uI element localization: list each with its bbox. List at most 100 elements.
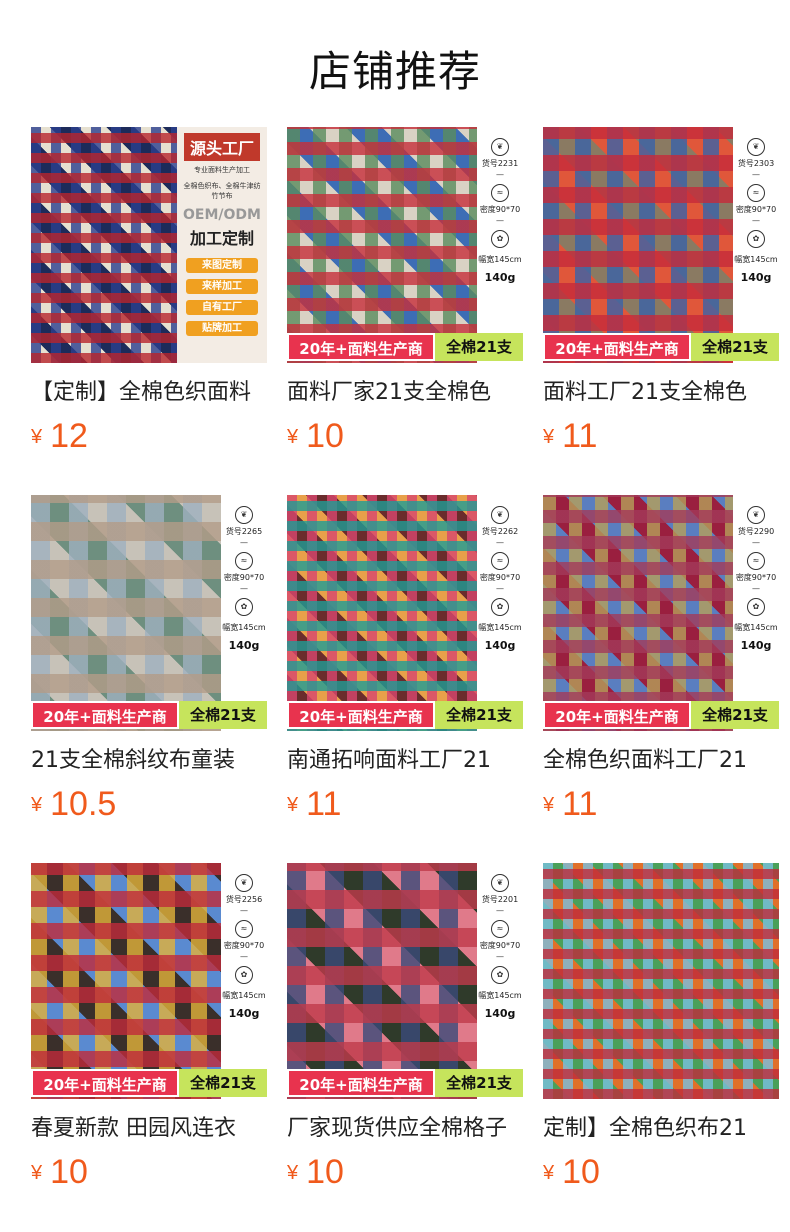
product-title[interactable]: 全棉色织面料工厂21	[543, 745, 779, 777]
weave-icon: ≈	[747, 184, 765, 202]
oem-label: OEM/ODM	[183, 207, 261, 223]
product-image[interactable]: ❦ 货号2262 — ≈ 密度90*70 — ✿ 幅宽145cm 140g 20…	[287, 495, 523, 731]
promo-manufacturer: 20年+面料生产商	[287, 701, 435, 729]
weave-icon: ≈	[235, 552, 253, 570]
product-title[interactable]: 21支全棉斜纹布童装	[31, 745, 267, 777]
promo-banner: 20年+面料生产商 全棉21支	[31, 699, 267, 731]
promo-banner: 20年+面料生产商 全棉21支	[543, 699, 779, 731]
weave-icon: ≈	[235, 920, 253, 938]
divider: —	[240, 906, 248, 915]
density-text: 密度90*70	[479, 941, 521, 950]
product-image[interactable]: ❦ 货号2201 — ≈ 密度90*70 — ✿ 幅宽145cm 140g 20…	[287, 863, 523, 1099]
product-image[interactable]	[543, 863, 779, 1099]
service-pill: 来样加工	[186, 279, 258, 294]
promo-manufacturer: 20年+面料生产商	[31, 1069, 179, 1097]
width-text: 幅宽145cm	[222, 991, 266, 1000]
item-number: 货号2256	[225, 895, 263, 904]
promo-manufacturer: 20年+面料生产商	[543, 701, 691, 729]
weave-icon: ≈	[491, 920, 509, 938]
item-number: 货号2290	[737, 527, 775, 536]
product-title[interactable]: 南通拓响面料工厂21	[287, 745, 523, 777]
product-card[interactable]: ❦ 货号2290 — ≈ 密度90*70 — ✿ 幅宽145cm 140g 20…	[543, 495, 779, 825]
currency-symbol: ¥	[31, 794, 43, 816]
promo-cotton: 全棉21支	[435, 1069, 523, 1097]
price-value: 10	[306, 1153, 344, 1191]
product-card[interactable]: ❦ 货号2231 — ≈ 密度90*70 — ✿ 幅宽145cm 140g 20…	[287, 127, 523, 457]
product-price: ¥11	[543, 785, 597, 825]
fabric-swatch-image	[31, 495, 221, 731]
product-image[interactable]: ❦ 货号2265 — ≈ 密度90*70 — ✿ 幅宽145cm 140g 20…	[31, 495, 267, 731]
product-title[interactable]: 春夏新款 田园风连衣	[31, 1113, 267, 1145]
price-value: 12	[50, 417, 88, 455]
product-card[interactable]: 定制】全棉色织布21 ¥10	[543, 863, 779, 1193]
weave-icon: ≈	[747, 552, 765, 570]
divider: —	[496, 170, 504, 179]
density-text: 密度90*70	[735, 573, 777, 582]
fabric-swatch-image	[31, 127, 181, 363]
product-image[interactable]: 源头工厂 专业面料生产加工 全棉色织布、全棉牛津纺竹节布 OEM/ODM 加工定…	[31, 127, 267, 363]
promo-manufacturer: 20年+面料生产商	[31, 701, 179, 729]
divider: —	[496, 952, 504, 961]
product-image[interactable]: ❦ 货号2256 — ≈ 密度90*70 — ✿ 幅宽145cm 140g 20…	[31, 863, 267, 1099]
product-card[interactable]: 源头工厂 专业面料生产加工 全棉色织布、全棉牛津纺竹节布 OEM/ODM 加工定…	[31, 127, 267, 457]
promo-cotton: 全棉21支	[691, 333, 779, 361]
weave-icon: ≈	[491, 184, 509, 202]
spec-panel: ❦ 货号2262 — ≈ 密度90*70 — ✿ 幅宽145cm 140g	[477, 495, 523, 699]
width-text: 幅宽145cm	[734, 255, 778, 264]
service-pill: 自有工厂	[186, 300, 258, 315]
price-value: 10	[562, 1153, 600, 1191]
item-number: 货号2201	[481, 895, 519, 904]
leaf-icon: ❦	[491, 506, 509, 524]
product-image[interactable]: ❦ 货号2290 — ≈ 密度90*70 — ✿ 幅宽145cm 140g 20…	[543, 495, 779, 731]
product-card[interactable]: ❦ 货号2201 — ≈ 密度90*70 — ✿ 幅宽145cm 140g 20…	[287, 863, 523, 1193]
divider: —	[752, 584, 760, 593]
cotton-icon: ✿	[235, 966, 253, 984]
spec-panel: ❦ 货号2201 — ≈ 密度90*70 — ✿ 幅宽145cm 140g	[477, 863, 523, 1067]
currency-symbol: ¥	[31, 1162, 43, 1184]
product-card[interactable]: ❦ 货号2256 — ≈ 密度90*70 — ✿ 幅宽145cm 140g 20…	[31, 863, 267, 1193]
width-text: 幅宽145cm	[478, 255, 522, 264]
product-title[interactable]: 面料工厂21支全棉色	[543, 377, 779, 409]
fabric-swatch-image	[287, 495, 477, 731]
price-value: 11	[562, 417, 598, 455]
weight-text: 140g	[228, 639, 260, 652]
price-value: 11	[306, 785, 342, 823]
width-text: 幅宽145cm	[222, 623, 266, 632]
fabric-swatch-image	[287, 863, 477, 1099]
product-price: ¥10	[543, 1153, 600, 1193]
cotton-icon: ✿	[491, 230, 509, 248]
currency-symbol: ¥	[31, 426, 43, 448]
promo-manufacturer: 20年+面料生产商	[287, 333, 435, 361]
product-title[interactable]: 厂家现货供应全棉格子	[287, 1113, 523, 1145]
promo-banner: 20年+面料生产商 全棉21支	[287, 1067, 523, 1099]
leaf-icon: ❦	[491, 138, 509, 156]
weight-text: 140g	[740, 639, 772, 652]
price-value: 11	[562, 785, 598, 823]
product-price: ¥10	[31, 1153, 88, 1193]
cotton-icon: ✿	[747, 598, 765, 616]
factory-title: 源头工厂	[183, 133, 260, 161]
product-price: ¥11	[287, 785, 341, 825]
currency-symbol: ¥	[287, 1162, 299, 1184]
product-card[interactable]: ❦ 货号2262 — ≈ 密度90*70 — ✿ 幅宽145cm 140g 20…	[287, 495, 523, 825]
product-title[interactable]: 【定制】全棉色织面料	[31, 377, 267, 409]
product-card[interactable]: ❦ 货号2265 — ≈ 密度90*70 — ✿ 幅宽145cm 140g 20…	[31, 495, 267, 825]
promo-cotton: 全棉21支	[435, 333, 523, 361]
product-title[interactable]: 定制】全棉色织布21	[543, 1113, 779, 1145]
spec-panel: ❦ 货号2265 — ≈ 密度90*70 — ✿ 幅宽145cm 140g	[221, 495, 267, 699]
divider: —	[496, 216, 504, 225]
leaf-icon: ❦	[747, 506, 765, 524]
divider: —	[240, 538, 248, 547]
fabric-swatch-image	[31, 863, 221, 1099]
spec-panel: ❦ 货号2303 — ≈ 密度90*70 — ✿ 幅宽145cm 140g	[733, 127, 779, 331]
product-image[interactable]: ❦ 货号2231 — ≈ 密度90*70 — ✿ 幅宽145cm 140g 20…	[287, 127, 523, 363]
product-image[interactable]: ❦ 货号2303 — ≈ 密度90*70 — ✿ 幅宽145cm 140g 20…	[543, 127, 779, 363]
fabric-swatch-image	[543, 127, 733, 363]
product-grid: 源头工厂 专业面料生产加工 全棉色织布、全棉牛津纺竹节布 OEM/ODM 加工定…	[0, 0, 790, 1232]
currency-symbol: ¥	[543, 1162, 555, 1184]
leaf-icon: ❦	[235, 874, 253, 892]
promo-cotton: 全棉21支	[179, 701, 267, 729]
price-value: 10	[306, 417, 344, 455]
product-title[interactable]: 面料厂家21支全棉色	[287, 377, 523, 409]
product-card[interactable]: ❦ 货号2303 — ≈ 密度90*70 — ✿ 幅宽145cm 140g 20…	[543, 127, 779, 457]
